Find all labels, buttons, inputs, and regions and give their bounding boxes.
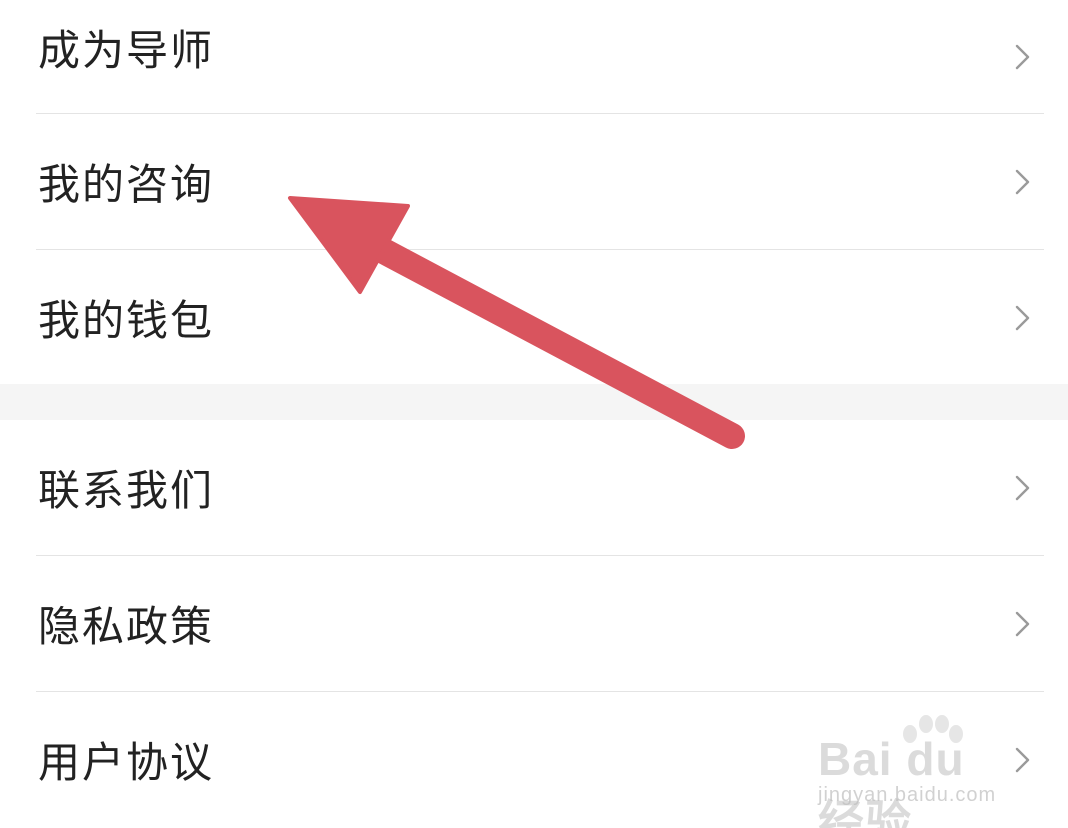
menu-item-user-agreement[interactable]: 用户协议 [0, 692, 1068, 827]
menu-group-about: 联系我们 隐私政策 用户协议 [0, 420, 1068, 827]
menu-item-my-consultations[interactable]: 我的咨询 [0, 114, 1068, 249]
menu-item-label: 用户协议 [38, 738, 215, 787]
chevron-right-icon [1008, 43, 1036, 71]
menu-item-my-wallet[interactable]: 我的钱包 [0, 250, 1068, 385]
menu-item-label: 我的钱包 [38, 296, 215, 345]
menu-item-label: 成为导师 [38, 26, 215, 75]
menu-item-label: 联系我们 [38, 466, 215, 515]
menu-group-account: 成为导师 我的咨询 我的钱包 [0, 0, 1068, 385]
menu-item-label: 隐私政策 [38, 602, 215, 651]
chevron-right-icon [1008, 610, 1036, 638]
chevron-right-icon [1008, 168, 1036, 196]
chevron-right-icon [1008, 304, 1036, 332]
chevron-right-icon [1008, 746, 1036, 774]
menu-item-contact-us[interactable]: 联系我们 [0, 420, 1068, 555]
menu-item-become-mentor[interactable]: 成为导师 [0, 0, 1068, 113]
menu-item-label: 我的咨询 [38, 160, 215, 209]
group-separator [0, 384, 1068, 420]
settings-page: 成为导师 我的咨询 我的钱包 联系我们 隐私政策 用户协议 Bai du 经验 … [0, 0, 1068, 828]
menu-item-privacy-policy[interactable]: 隐私政策 [0, 556, 1068, 691]
chevron-right-icon [1008, 474, 1036, 502]
